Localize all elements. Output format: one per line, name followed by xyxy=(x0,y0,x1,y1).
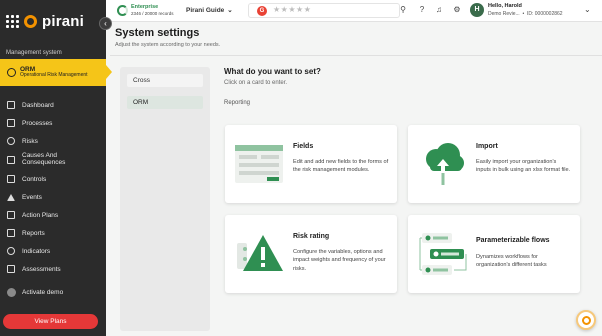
card-description: Configure the variables, options and imp… xyxy=(293,249,386,272)
activate-demo[interactable]: Activate demo xyxy=(7,288,63,297)
indicators-icon xyxy=(7,247,15,255)
assistant-fab-button[interactable] xyxy=(576,310,596,330)
sidebar-item-label: Events xyxy=(22,193,42,201)
pirani-logo-icon xyxy=(24,14,37,28)
guide-dropdown[interactable]: Pirani Guide ⌄ xyxy=(186,6,233,15)
sidebar: pirani Management system ORM Operational… xyxy=(0,0,112,336)
google-rating[interactable]: G ★★★★★ xyxy=(248,3,400,18)
section-label: Management system xyxy=(6,50,62,56)
sidebar-item-causes[interactable]: Causes And Consequences xyxy=(0,150,106,170)
card-title: Fields xyxy=(293,143,314,150)
sidebar-item-action-plans[interactable]: Action Plans xyxy=(0,206,106,224)
sidebar-item-label: Dashboard xyxy=(22,101,54,109)
sidebar-item-dashboard[interactable]: Dashboard xyxy=(0,96,106,114)
card-fields[interactable]: Fields Edit and add new fields to the fo… xyxy=(225,125,397,203)
sidebar-item-label: Risks xyxy=(22,137,38,145)
content-title: What do you want to set? xyxy=(224,67,321,76)
sidebar-item-indicators[interactable]: Indicators xyxy=(0,242,106,260)
card-risk-rating[interactable]: Risk rating Configure the variables, opt… xyxy=(225,215,397,293)
bell-icon[interactable]: ♫ xyxy=(434,5,444,15)
orm-module-icon xyxy=(7,68,16,77)
section-reporting: Reporting xyxy=(224,100,251,106)
logo[interactable]: pirani xyxy=(6,10,84,32)
records-count: 2346 / 20000 records xyxy=(131,11,174,16)
plan-name: Enterprise xyxy=(131,4,159,10)
active-module-orm[interactable]: ORM Operational Risk Management xyxy=(0,59,112,86)
monitor-icon xyxy=(7,101,15,109)
chevron-down-icon: ⌄ xyxy=(227,7,233,14)
settings-tabs-panel: Cross ORM xyxy=(120,67,210,331)
avatar[interactable]: H xyxy=(470,3,484,17)
sidebar-nav: Dashboard Processes Risks Causes And Con… xyxy=(0,96,106,278)
sidebar-item-risks[interactable]: Risks xyxy=(0,132,106,150)
rating-stars[interactable]: ★★★★★ xyxy=(273,5,311,14)
sidebar-item-label: Indicators xyxy=(22,247,51,255)
tab-cross[interactable]: Cross xyxy=(127,74,203,87)
sidebar-item-events[interactable]: Events xyxy=(0,188,106,206)
fields-form-icon xyxy=(235,145,283,183)
help-icon[interactable]: ? xyxy=(417,5,427,15)
workflow-icon xyxy=(419,233,467,275)
view-plans-button[interactable]: View Plans xyxy=(3,314,98,329)
causes-icon xyxy=(7,156,15,164)
sidebar-item-controls[interactable]: Controls xyxy=(0,170,106,188)
card-title: Import xyxy=(476,143,498,150)
sidebar-item-processes[interactable]: Processes xyxy=(0,114,106,132)
card-import[interactable]: Import Easily import your organization's… xyxy=(408,125,580,203)
divider xyxy=(110,55,602,56)
google-icon: G xyxy=(257,6,267,16)
user-org: Demo Revie... • ID: 0000002862 xyxy=(488,11,563,17)
card-description: Edit and add new fields to the forms of … xyxy=(293,159,389,174)
risk-icon xyxy=(7,137,15,145)
pirani-assistant-icon xyxy=(582,316,591,325)
topbar: Enterprise 2346 / 20000 records Pirani G… xyxy=(106,0,602,22)
reports-icon xyxy=(7,229,15,237)
toggle-icon xyxy=(7,288,16,297)
sidebar-item-label: Reports xyxy=(22,229,45,237)
user-greeting: Hello, Harold xyxy=(488,3,522,9)
gear-icon[interactable]: ⚙ xyxy=(452,5,462,15)
card-parameterizable-flows[interactable]: Parameterizable flows Dynamizes workflow… xyxy=(408,215,580,293)
sidebar-item-label: Causes And Consequences xyxy=(22,152,66,166)
sidebar-item-assessments[interactable]: Assessments xyxy=(0,260,106,278)
sidebar-item-label: Controls xyxy=(22,175,47,183)
page-title: System settings xyxy=(115,27,200,39)
collapse-sidebar-button[interactable]: ‹ xyxy=(99,17,112,30)
sidebar-item-label: Action Plans xyxy=(22,211,59,219)
cloud-upload-icon xyxy=(426,143,464,185)
card-title: Parameterizable flows xyxy=(476,237,550,244)
controls-icon xyxy=(7,175,15,183)
card-description: Dynamizes workflows for organization's d… xyxy=(476,254,547,269)
processes-icon xyxy=(7,119,15,127)
risk-warning-icon xyxy=(237,235,283,271)
page-subtitle: Adjust the system according to your need… xyxy=(115,42,221,48)
tab-orm[interactable]: ORM xyxy=(127,96,203,109)
add-user-icon[interactable]: ⚲ xyxy=(398,5,408,15)
module-subtitle: Operational Risk Management xyxy=(20,72,88,79)
plan-usage-icon xyxy=(117,5,128,16)
card-title: Risk rating xyxy=(293,233,330,240)
guide-label: Pirani Guide xyxy=(186,6,225,14)
sidebar-item-label: Assessments xyxy=(22,265,61,273)
warning-icon xyxy=(7,193,15,201)
activate-label: Activate demo xyxy=(22,289,64,296)
sidebar-item-reports[interactable]: Reports xyxy=(0,224,106,242)
apps-grid-icon[interactable] xyxy=(6,14,19,28)
content-hint: Click on a card to enter. xyxy=(224,80,288,86)
logo-text: pirani xyxy=(42,12,85,30)
assessments-icon xyxy=(7,265,15,273)
sidebar-item-label: Processes xyxy=(22,119,53,127)
chevron-down-icon[interactable]: ⌄ xyxy=(584,5,591,14)
card-description: Easily import your organization's inputs… xyxy=(476,159,571,174)
action-plans-icon xyxy=(7,211,15,219)
